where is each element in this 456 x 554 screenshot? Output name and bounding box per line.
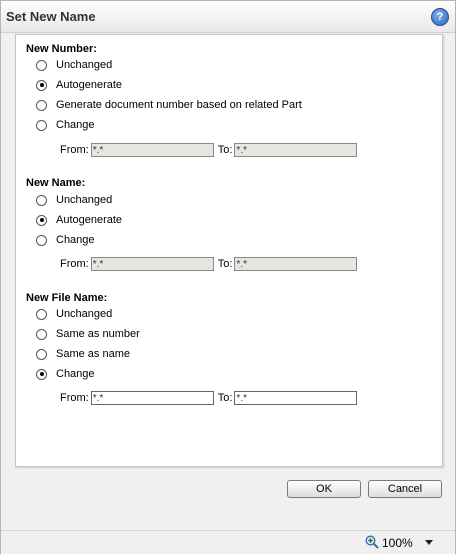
new-name-unchanged-option[interactable]: Unchanged	[36, 193, 112, 207]
new-number-from-to-row: From: To:	[60, 143, 358, 157]
new-file-name-unchanged-radio[interactable]	[36, 308, 47, 320]
radio-label: Unchanged	[56, 194, 113, 206]
radio-label: Change	[56, 234, 95, 246]
radio-label: Generate document number based on relate…	[56, 99, 302, 111]
new-name-label: New Name:	[26, 177, 86, 189]
new-file-name-same-as-name-radio[interactable]	[36, 348, 47, 360]
new-file-name-to-field[interactable]	[234, 391, 358, 405]
ok-button[interactable]: OK	[287, 480, 361, 498]
new-file-name-change-option[interactable]: Change	[36, 367, 95, 381]
new-number-related-part-option[interactable]: Generate document number based on relate…	[36, 98, 302, 112]
new-file-name-same-as-number-radio[interactable]	[36, 328, 47, 340]
options-panel: New Number: Unchanged Autogenerate Gener…	[15, 34, 443, 467]
radio-label: Autogenerate	[56, 214, 123, 226]
radio-label: Same as name	[56, 348, 130, 360]
radio-label: Autogenerate	[56, 79, 123, 91]
new-name-autogenerate-radio[interactable]	[36, 214, 47, 226]
radio-label: Same as number	[56, 328, 140, 340]
new-name-change-option[interactable]: Change	[36, 233, 95, 247]
new-file-name-unchanged-option[interactable]: Unchanged	[36, 307, 112, 321]
zoom-in-icon[interactable]	[365, 535, 379, 549]
new-number-unchanged-radio[interactable]	[36, 59, 47, 71]
radio-label: Unchanged	[56, 59, 113, 71]
new-number-label: New Number:	[26, 43, 97, 55]
new-number-change-radio[interactable]	[36, 119, 47, 131]
from-label: From:	[60, 258, 89, 270]
new-file-name-label: New File Name:	[26, 292, 108, 304]
from-label: From:	[60, 144, 89, 156]
new-number-to-field[interactable]	[234, 143, 358, 157]
new-number-from-field[interactable]	[90, 143, 214, 157]
new-number-related-part-radio[interactable]	[36, 99, 47, 111]
from-label: From:	[60, 392, 89, 404]
cancel-button[interactable]: Cancel	[368, 480, 442, 498]
new-name-to-field[interactable]	[234, 257, 358, 271]
new-name-change-radio[interactable]	[36, 234, 47, 246]
new-number-autogenerate-radio[interactable]	[36, 79, 47, 91]
new-file-name-from-to-row: From: To:	[60, 391, 358, 405]
new-name-from-field[interactable]	[90, 257, 214, 271]
to-label: To:	[217, 144, 233, 156]
title-bar: Set New Name ?	[1, 1, 455, 33]
new-file-name-from-field[interactable]	[90, 391, 214, 405]
zoom-dropdown-icon[interactable]	[425, 540, 433, 545]
new-file-name-same-as-name-option[interactable]: Same as name	[36, 347, 130, 361]
new-name-from-to-row: From: To:	[60, 257, 358, 271]
status-bar: 100%	[1, 530, 455, 554]
new-number-unchanged-option[interactable]: Unchanged	[36, 58, 112, 72]
to-label: To:	[217, 392, 233, 404]
new-number-change-option[interactable]: Change	[36, 118, 95, 132]
new-name-autogenerate-option[interactable]: Autogenerate	[36, 213, 122, 227]
help-icon[interactable]: ?	[431, 8, 449, 26]
new-number-autogenerate-option[interactable]: Autogenerate	[36, 78, 122, 92]
radio-label: Change	[56, 119, 95, 131]
to-label: To:	[217, 258, 233, 270]
zoom-level: 100%	[382, 536, 413, 550]
new-file-name-same-as-number-option[interactable]: Same as number	[36, 327, 140, 341]
dialog-window: Set New Name ? New Number: Unchanged Aut…	[0, 0, 456, 554]
radio-label: Change	[56, 368, 95, 380]
new-name-unchanged-radio[interactable]	[36, 194, 47, 206]
radio-label: Unchanged	[56, 308, 113, 320]
dialog-title: Set New Name	[6, 9, 96, 24]
new-file-name-change-radio[interactable]	[36, 368, 47, 380]
